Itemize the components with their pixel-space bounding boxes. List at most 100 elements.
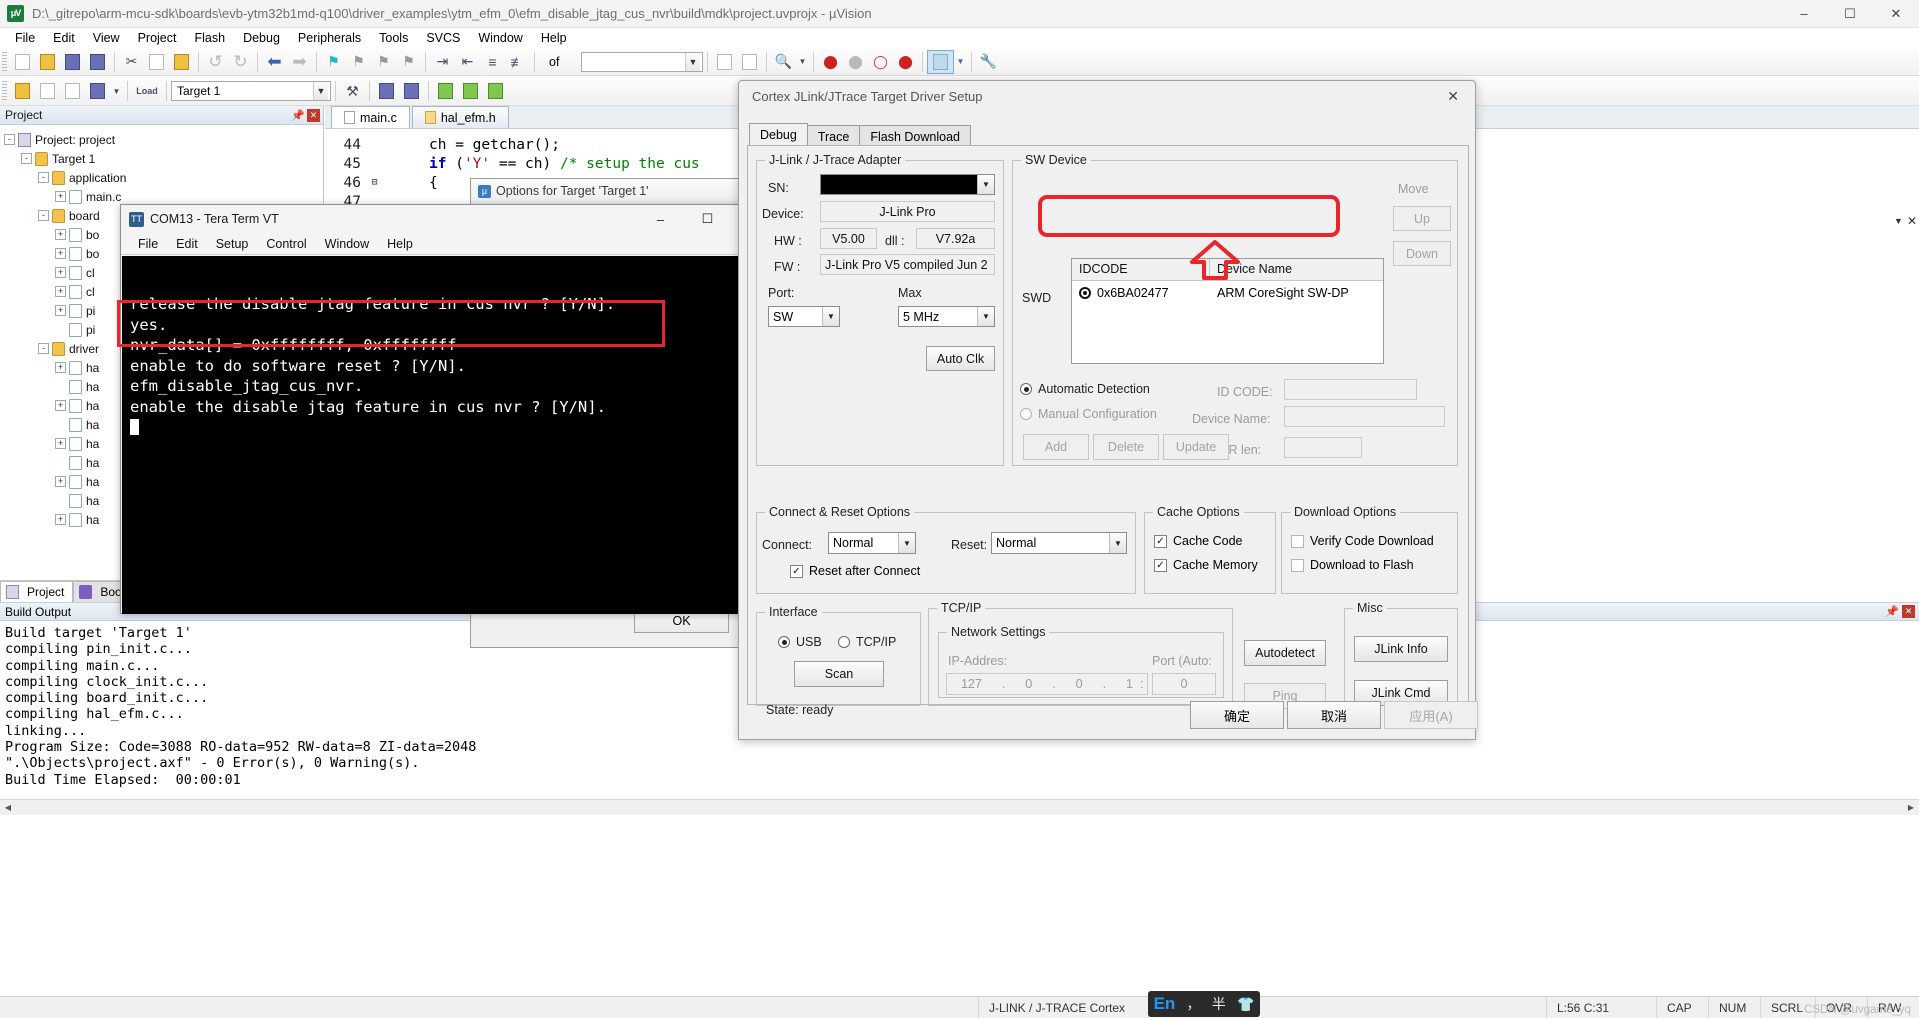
chevron-down-icon[interactable]: ▼ — [898, 533, 915, 553]
target-options-dropdown-icon[interactable]: ▼ — [954, 50, 967, 74]
teraterm-menu-edit[interactable]: Edit — [167, 235, 207, 253]
save-icon[interactable] — [60, 50, 85, 74]
expand-icon[interactable]: + — [55, 267, 66, 278]
auto-clk-button[interactable]: Auto Clk — [926, 346, 995, 371]
teraterm-menu-help[interactable]: Help — [378, 235, 422, 253]
zoom-icon[interactable]: 🔍 — [771, 50, 796, 74]
translate-icon[interactable] — [10, 79, 35, 103]
tab-debug[interactable]: Debug — [749, 123, 808, 147]
select-software-packs-icon[interactable] — [433, 79, 458, 103]
menu-project[interactable]: Project — [129, 29, 186, 47]
automatic-detection-radio[interactable]: Automatic Detection — [1020, 382, 1150, 396]
open-folder-icon[interactable] — [35, 50, 60, 74]
teraterm-menu-window[interactable]: Window — [316, 235, 378, 253]
tcpip-radio[interactable]: TCP/IP — [838, 635, 896, 649]
cache-memory-checkbox[interactable]: ✓ Cache Memory — [1154, 558, 1258, 572]
maximize-button[interactable]: ☐ — [1827, 0, 1873, 28]
editor-tab-hal-efm-h[interactable]: hal_efm.h — [412, 106, 509, 128]
outdent-icon[interactable]: ⇤ — [455, 50, 480, 74]
ip-address-field[interactable]: 127. 0. 0. 1 — [946, 673, 1148, 695]
connect-combo[interactable]: Normal ▼ — [828, 532, 916, 554]
menu-svcs[interactable]: SVCS — [417, 29, 469, 47]
target-options-icon[interactable] — [927, 50, 954, 74]
new-file-icon[interactable] — [10, 50, 35, 74]
teraterm-menu-setup[interactable]: Setup — [207, 235, 258, 253]
paste-icon[interactable] — [169, 50, 194, 74]
kill-breakpoints-icon[interactable]: ⬤ — [843, 50, 868, 74]
load-icon[interactable]: Load — [132, 79, 162, 103]
comment-icon[interactable]: ≡ — [480, 50, 505, 74]
chevron-down-icon[interactable]: ▼ — [977, 307, 994, 326]
teraterm-menu-file[interactable]: File — [129, 235, 167, 253]
port-combo[interactable]: SW ▼ — [768, 306, 840, 327]
download-to-flash-checkbox[interactable]: Download to Flash — [1291, 558, 1414, 572]
editor-close-icon[interactable]: ✕ — [1907, 214, 1917, 228]
chevron-down-icon[interactable]: ▼ — [685, 53, 700, 71]
minimize-button[interactable]: – — [1781, 0, 1827, 28]
scroll-right-icon[interactable]: ▶ — [1903, 803, 1919, 812]
menu-file[interactable]: File — [6, 29, 44, 47]
tree-item[interactable]: -application — [4, 168, 323, 187]
menu-debug[interactable]: Debug — [234, 29, 289, 47]
autodetect-button[interactable]: Autodetect — [1244, 640, 1326, 666]
menu-flash[interactable]: Flash — [185, 29, 234, 47]
move-down-button[interactable]: Down — [1393, 241, 1451, 266]
stop-build-icon[interactable]: ▼ — [110, 79, 123, 103]
collapse-icon[interactable]: - — [21, 153, 32, 164]
collapse-icon[interactable]: - — [38, 172, 49, 183]
project-window-icon[interactable] — [483, 79, 508, 103]
jlink-info-button[interactable]: JLink Info — [1354, 636, 1448, 662]
scan-button[interactable]: Scan — [794, 661, 884, 687]
project-tab[interactable]: Project — [0, 581, 73, 602]
device-name-field[interactable] — [1284, 406, 1445, 427]
ime-indicator[interactable]: En ， 半 👕 — [1148, 991, 1260, 1017]
collapse-icon[interactable]: - — [38, 210, 49, 221]
cancel-button[interactable]: 取消 — [1287, 701, 1381, 729]
tree-item[interactable]: -Target 1 — [4, 149, 323, 168]
insert-breakpoint-icon[interactable]: ⬤ — [818, 50, 843, 74]
rebuild-icon[interactable] — [60, 79, 85, 103]
move-up-button[interactable]: Up — [1393, 206, 1451, 231]
usb-radio[interactable]: USB — [778, 635, 822, 649]
port-field[interactable]: 0 — [1152, 673, 1216, 695]
find-in-files-icon[interactable] — [712, 50, 737, 74]
manage-project-items-icon[interactable]: ⚒ — [340, 79, 365, 103]
ime-skin-icon[interactable]: 👕 — [1237, 996, 1254, 1013]
tree-item[interactable]: -Project: project — [4, 130, 323, 149]
redo-icon[interactable]: ↻ — [228, 50, 253, 74]
menu-window[interactable]: Window — [469, 29, 531, 47]
build-output-scrollbar[interactable]: ◀ ▶ — [0, 799, 1919, 815]
update-button[interactable]: Update — [1163, 434, 1229, 460]
pin-icon[interactable]: 📌 — [291, 109, 305, 122]
cut-icon[interactable]: ✂ — [119, 50, 144, 74]
menu-help[interactable]: Help — [532, 29, 576, 47]
menu-view[interactable]: View — [84, 29, 129, 47]
indent-icon[interactable]: ⇥ — [430, 50, 455, 74]
save-all-icon[interactable] — [85, 50, 110, 74]
menu-peripherals[interactable]: Peripherals — [289, 29, 370, 47]
close-icon[interactable]: ✕ — [1439, 88, 1467, 105]
sn-combo[interactable]: ▼ — [820, 174, 995, 195]
manage-run-time-env-icon[interactable] — [374, 79, 399, 103]
expand-icon[interactable]: + — [55, 362, 66, 373]
teraterm-menu-control[interactable]: Control — [257, 235, 315, 253]
chevron-down-icon[interactable]: ▼ — [1109, 533, 1126, 553]
editor-tab-main-c[interactable]: main.c — [331, 106, 410, 128]
apply-button[interactable]: 应用(A) — [1384, 701, 1478, 729]
chevron-down-icon[interactable]: ▼ — [977, 175, 994, 194]
undo-icon[interactable]: ↺ — [203, 50, 228, 74]
ime-yen-icon[interactable]: 半 — [1212, 994, 1226, 1014]
scroll-left-icon[interactable]: ◀ — [0, 803, 16, 812]
expand-icon[interactable]: + — [55, 229, 66, 240]
tab-trace[interactable]: Trace — [807, 125, 861, 147]
close-icon[interactable]: ✕ — [1902, 605, 1915, 618]
cache-code-checkbox[interactable]: ✓ Cache Code — [1154, 534, 1243, 548]
manual-configuration-radio[interactable]: Manual Configuration — [1020, 407, 1157, 421]
delete-button[interactable]: Delete — [1093, 434, 1159, 460]
bookmark-list-icon[interactable] — [737, 50, 762, 74]
chevron-down-icon[interactable]: ▼ — [822, 307, 839, 326]
close-button[interactable]: ✕ — [1873, 0, 1919, 28]
reset-combo[interactable]: Normal ▼ — [991, 532, 1127, 554]
menu-tools[interactable]: Tools — [370, 29, 417, 47]
bookmark-toggle-icon[interactable]: ⚑ — [321, 50, 346, 74]
